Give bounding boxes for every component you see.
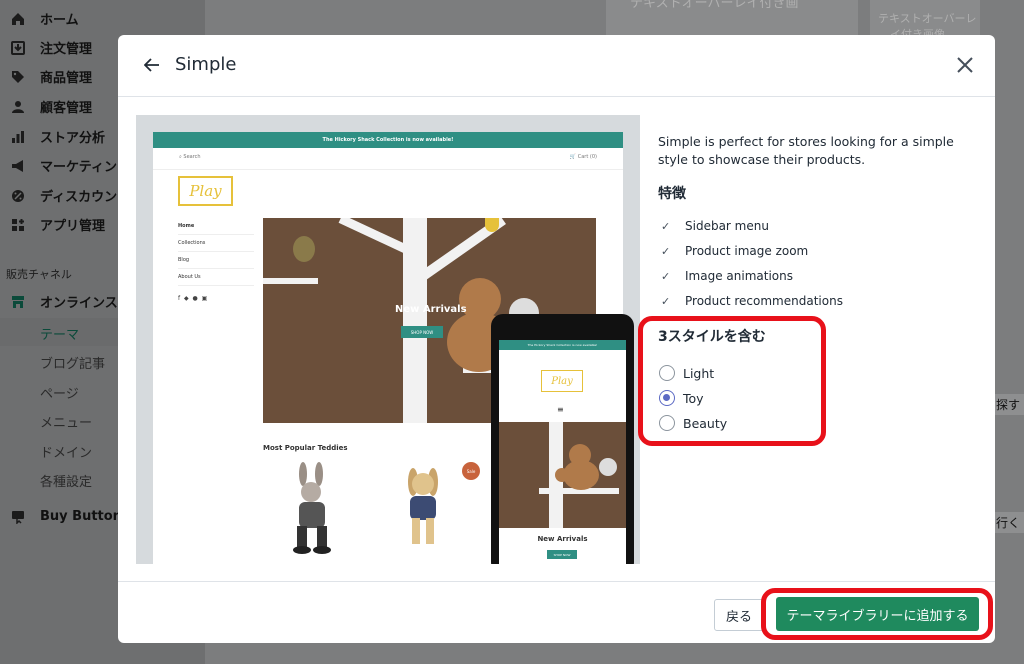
analytics-icon xyxy=(10,129,26,145)
preview-search: ⌕ Search xyxy=(179,154,201,160)
tag-icon xyxy=(10,69,26,85)
feature-item: ✓ Sidebar menu xyxy=(661,219,769,233)
preview-search-text: Search xyxy=(183,154,201,160)
sidebar-sub-themes[interactable]: テーマ xyxy=(40,324,79,343)
sidebar-item-label: マーケティン xyxy=(40,160,117,175)
preview-phone-mockup: The Hickory Shack Collection is now avai… xyxy=(491,314,634,564)
sidebar-sub-menu[interactable]: メニュー xyxy=(40,412,92,431)
sidebar-item-label: アプリ管理 xyxy=(40,219,106,234)
sidebar-sub-blog[interactable]: ブログ記事 xyxy=(40,353,105,372)
checkmark-icon: ✓ xyxy=(661,294,671,308)
sidebar-item-label: ホーム xyxy=(40,13,79,28)
theme-preview-image: The Hickory Shack Collection is now avai… xyxy=(136,115,640,564)
phone-logo: Play xyxy=(541,370,583,392)
preview-hero-title: New Arrivals xyxy=(395,304,467,315)
theme-detail-modal: Simple The Hickory Shack Collection is n… xyxy=(118,35,995,643)
apps-icon xyxy=(10,217,26,233)
preview-menu-item: Blog xyxy=(178,252,254,269)
sidebar-item-label: 顧客管理 xyxy=(40,101,93,116)
feature-item: ✓ Product image zoom xyxy=(661,244,808,258)
bg-card-text: テキストオーバーレ xyxy=(878,12,977,25)
shelf xyxy=(263,278,318,284)
preview-menu-item: Collections xyxy=(178,235,254,252)
phone-screen: The Hickory Shack Collection is now avai… xyxy=(499,340,626,564)
modal-header: Simple xyxy=(118,35,995,97)
back-button[interactable]: 戻る xyxy=(714,599,764,631)
plush-rabbit-image xyxy=(293,462,331,554)
preview-menu-item: About Us xyxy=(178,269,254,286)
preview-menu-item: Home xyxy=(178,218,254,235)
hamburger-icon: ≡ xyxy=(557,405,564,414)
phone-banner: The Hickory Shack Collection is now avai… xyxy=(499,340,626,350)
sidebar-item-label: ストア分析 xyxy=(40,131,106,146)
orders-icon xyxy=(10,40,26,56)
preview-cart: 🛒 Cart (0) xyxy=(569,154,597,160)
sidebar-sub-pages[interactable]: ページ xyxy=(40,383,79,402)
feature-label: Image animations xyxy=(685,269,793,283)
small-teddy xyxy=(555,468,569,482)
store-icon xyxy=(10,294,26,310)
owl-figure xyxy=(293,236,315,262)
preview-hero-button: SHOP NOW xyxy=(401,326,443,338)
preview-cart-text: Cart (0) xyxy=(577,154,597,160)
sales-channels-heading: 販売チャネル xyxy=(6,268,72,281)
preview-social-icons: f ◆ ● ▣ xyxy=(178,295,209,302)
phone-hero-button: SHOP NOW xyxy=(547,550,577,559)
sidebar-item-label: ディスカウン xyxy=(40,190,118,205)
back-arrow-icon[interactable] xyxy=(142,55,162,75)
feature-item: ✓ Image animations xyxy=(661,269,793,283)
feature-label: Product recommendations xyxy=(685,294,843,308)
sidebar-item-label: 商品管理 xyxy=(40,71,93,86)
sidebar-item-label: オンラインス xyxy=(40,296,118,311)
sidebar-item-label: 注文管理 xyxy=(40,42,93,57)
moon xyxy=(485,218,499,232)
sidebar-sub-settings[interactable]: 各種設定 xyxy=(40,471,92,490)
preview-menu: Home Collections Blog About Us xyxy=(178,218,254,286)
checkmark-icon: ✓ xyxy=(661,219,671,233)
sale-badge: Sale xyxy=(462,462,480,480)
checkmark-icon: ✓ xyxy=(661,244,671,258)
feature-label: Product image zoom xyxy=(685,244,809,258)
bg-card-text: テキストオーバーレイ付き画 xyxy=(630,0,799,11)
customer-icon xyxy=(10,99,26,115)
divider xyxy=(153,169,623,170)
phone-hero xyxy=(499,422,626,528)
discount-icon xyxy=(10,188,26,204)
checkmark-icon: ✓ xyxy=(661,269,671,283)
sidebar-item-home[interactable]: ホーム xyxy=(0,4,205,33)
close-icon[interactable] xyxy=(953,53,977,77)
feature-label: Sidebar menu xyxy=(685,219,769,233)
sidebar-sub-domains[interactable]: ドメイン xyxy=(40,442,92,461)
preview-banner: The Hickory Shack Collection is now avai… xyxy=(153,132,623,148)
annotation-highlight-box xyxy=(761,588,993,640)
phone-hero-title: New Arrivals xyxy=(537,535,588,543)
buy-button-icon xyxy=(10,509,26,525)
feature-item: ✓ Product recommendations xyxy=(661,294,843,308)
preview-logo: Play xyxy=(178,176,233,206)
theme-description: Simple is perfect for stores looking for… xyxy=(658,134,954,167)
preview-section-title: Most Popular Teddies xyxy=(263,444,348,452)
plush-dog-image xyxy=(408,468,438,544)
modal-title: Simple xyxy=(175,54,237,75)
sidebar-item-label: Buy Button xyxy=(40,509,122,524)
modal-footer: 戻る テーマライブラリーに追加する xyxy=(118,581,995,643)
plush-bunny xyxy=(599,458,617,476)
annotation-highlight-box xyxy=(638,316,826,446)
megaphone-icon xyxy=(10,158,26,174)
home-icon xyxy=(10,11,26,27)
features-heading: 特徴 xyxy=(658,186,686,202)
